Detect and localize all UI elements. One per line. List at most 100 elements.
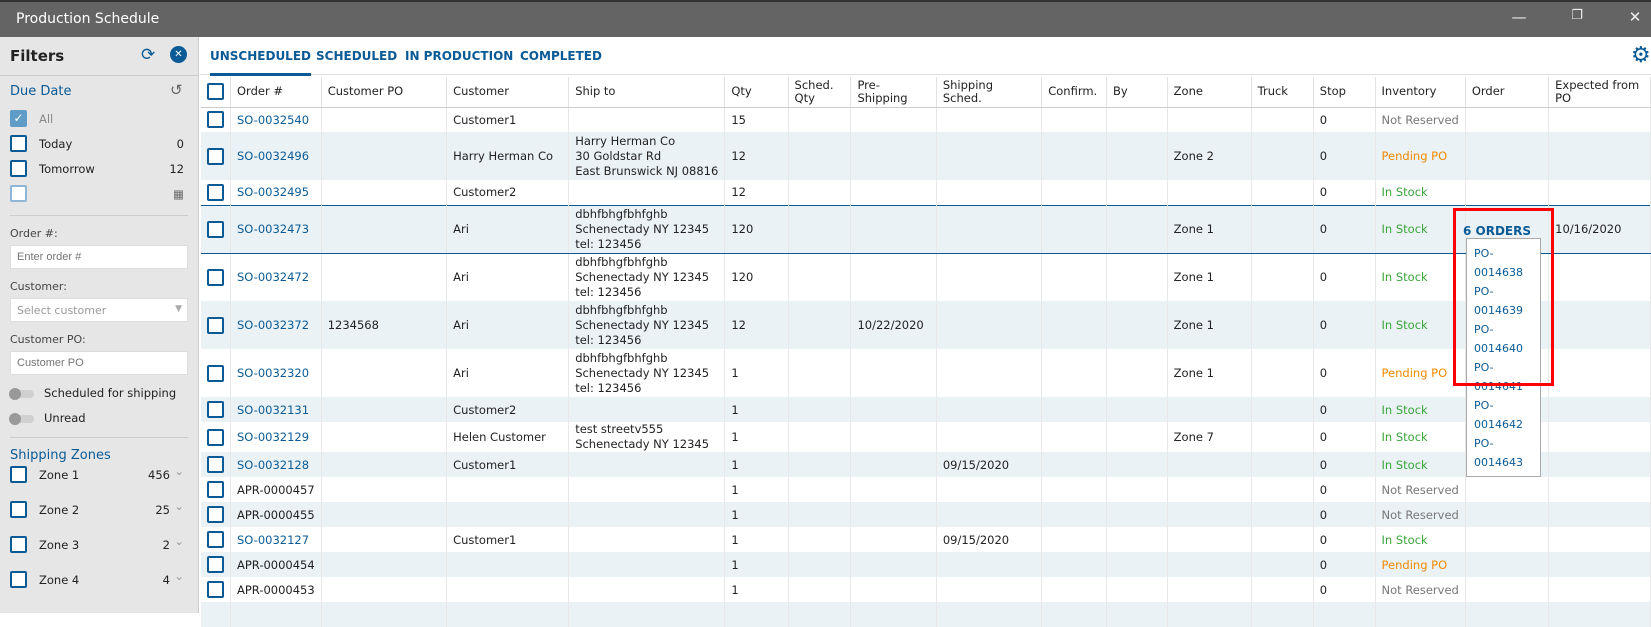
- column-header[interactable]: Ship to: [568, 77, 726, 108]
- row-select-cell[interactable]: [201, 180, 231, 205]
- table-row[interactable]: SO-0032495 Customer2 12 0 In Stock: [201, 180, 1651, 205]
- column-header[interactable]: Confirm.: [1041, 77, 1107, 108]
- row-checkbox[interactable]: [207, 556, 224, 573]
- select-all-header[interactable]: [201, 77, 231, 108]
- checkbox[interactable]: [10, 135, 27, 152]
- order-link[interactable]: SO-0032128: [230, 452, 322, 477]
- row-checkbox[interactable]: [207, 111, 224, 129]
- row-checkbox[interactable]: [207, 428, 224, 446]
- column-header[interactable]: Inventory: [1375, 77, 1466, 108]
- chevron-down-icon[interactable]: ⌄: [174, 464, 184, 478]
- chevron-down-icon[interactable]: ⌄: [174, 534, 184, 548]
- checkbox[interactable]: ✓: [10, 110, 27, 127]
- row-select-cell[interactable]: [201, 477, 231, 502]
- due-custom[interactable]: ▦: [10, 185, 188, 205]
- row-checkbox[interactable]: [207, 364, 224, 382]
- unread-toggle[interactable]: [9, 413, 34, 425]
- reset-icon[interactable]: ↺: [170, 81, 183, 99]
- order-link[interactable]: SO-0032540: [230, 107, 322, 132]
- row-select-cell[interactable]: [201, 397, 231, 422]
- checkbox[interactable]: [10, 536, 27, 553]
- row-checkbox[interactable]: [207, 316, 224, 334]
- table-row[interactable]: APR-0000454 1 0 Pending PO: [201, 552, 1651, 577]
- row-checkbox[interactable]: [207, 147, 224, 165]
- column-header[interactable]: Qty: [724, 77, 789, 108]
- column-header[interactable]: Shipping Sched.: [936, 77, 1043, 108]
- due-tomorrow[interactable]: Tomorrow 12: [10, 160, 188, 180]
- tab-scheduled[interactable]: SCHEDULED: [316, 49, 397, 63]
- checkbox[interactable]: [10, 466, 27, 483]
- chevron-down-icon[interactable]: ⌄: [174, 569, 184, 583]
- row-checkbox[interactable]: [207, 183, 224, 201]
- restore-button[interactable]: ❐: [1562, 8, 1592, 23]
- table-row[interactable]: SO-0032496 Harry Herman Co Harry Herman Co…: [201, 132, 1651, 180]
- order-link[interactable]: SO-0032127: [230, 527, 322, 552]
- row-checkbox[interactable]: [207, 456, 224, 473]
- column-header[interactable]: Pre-Shipping: [850, 77, 937, 108]
- tab-unscheduled[interactable]: UNSCHEDULED: [210, 49, 311, 76]
- row-select-cell[interactable]: [201, 301, 231, 349]
- table-row[interactable]: APR-0000455 1 0 Not Reserved: [201, 502, 1651, 527]
- minimize-button[interactable]: —: [1504, 8, 1534, 26]
- row-checkbox[interactable]: [207, 531, 224, 548]
- row-checkbox[interactable]: [207, 220, 224, 238]
- row-select-cell[interactable]: [201, 253, 231, 301]
- order-link[interactable]: SO-0032372: [230, 301, 322, 349]
- column-header[interactable]: Order #: [230, 77, 322, 108]
- order-link[interactable]: SO-0032129: [230, 422, 322, 452]
- column-header[interactable]: Truck: [1251, 77, 1314, 108]
- row-select-cell[interactable]: [201, 552, 231, 577]
- gear-icon[interactable]: ⚙: [1631, 43, 1651, 68]
- table-row[interactable]: SO-0032128 Customer1 1 09/15/2020 0 In Stock: [201, 452, 1651, 477]
- order-input[interactable]: [10, 245, 188, 269]
- column-header[interactable]: Stop: [1313, 77, 1376, 108]
- column-header[interactable]: Zone: [1167, 77, 1252, 108]
- row-select-cell[interactable]: [201, 452, 231, 477]
- po-link[interactable]: PO-0014643: [1474, 434, 1540, 472]
- row-checkbox[interactable]: [207, 581, 224, 598]
- row-checkbox[interactable]: [207, 481, 224, 498]
- checkbox[interactable]: [10, 501, 27, 518]
- row-select-cell[interactable]: [201, 107, 231, 132]
- select-all-checkbox[interactable]: [207, 83, 224, 101]
- table-row[interactable]: SO-0032540 Customer1 15 0 Not Reserved: [201, 107, 1651, 132]
- row-select-cell[interactable]: [201, 602, 231, 627]
- row-select-cell[interactable]: [201, 527, 231, 552]
- chevron-down-icon[interactable]: ⌄: [174, 499, 184, 513]
- table-row[interactable]: APR-0000457 1 0 Not Reserved: [201, 477, 1651, 502]
- order-link[interactable]: SO-0032473: [230, 204, 322, 254]
- row-select-cell[interactable]: [201, 422, 231, 452]
- checkbox[interactable]: [10, 571, 27, 588]
- row-select-cell[interactable]: [201, 349, 231, 397]
- zone-item[interactable]: Zone 2 25 ⌄: [10, 499, 188, 521]
- table-row[interactable]: SO-0032127 Customer1 1 09/15/2020 0 In Stock: [201, 527, 1651, 552]
- tab-in-production[interactable]: IN PRODUCTION: [405, 49, 513, 63]
- row-checkbox[interactable]: [207, 401, 224, 418]
- close-button[interactable]: ✕: [1620, 8, 1650, 26]
- zone-item[interactable]: Zone 4 4 ⌄: [10, 569, 188, 591]
- customer-select[interactable]: Select customer ▼: [10, 298, 188, 322]
- table-row[interactable]: SO-0032473 Ari dbhfbhgfbhfghb Schenectady N…: [201, 204, 1651, 254]
- row-select-cell[interactable]: [201, 502, 231, 527]
- tab-completed[interactable]: COMPLETED: [520, 49, 602, 63]
- row-checkbox[interactable]: [207, 268, 224, 286]
- table-row[interactable]: SO-0032129 Helen Customer test streetv555 S…: [201, 422, 1651, 452]
- scheduled-toggle[interactable]: [9, 388, 34, 400]
- zone-item[interactable]: Zone 3 2 ⌄: [10, 534, 188, 556]
- table-row[interactable]: SO-0032472 Ari dbhfbhgfbhfghb Schenectady N…: [201, 253, 1651, 301]
- table-row[interactable]: SO-0032131 Customer2 1 0 In Stock: [201, 397, 1651, 422]
- column-header[interactable]: By: [1106, 77, 1168, 108]
- column-header[interactable]: Customer: [446, 77, 570, 108]
- clear-filters-icon[interactable]: ✕: [170, 46, 187, 63]
- checkbox[interactable]: [10, 160, 27, 177]
- po-link[interactable]: PO-0014642: [1474, 396, 1540, 434]
- column-header[interactable]: Order: [1465, 77, 1550, 108]
- order-link[interactable]: SO-0032495: [230, 180, 322, 205]
- customer-po-input[interactable]: [10, 351, 188, 375]
- order-link[interactable]: SO-0032131: [230, 397, 322, 422]
- calendar-icon[interactable]: ▦: [173, 187, 184, 201]
- refresh-icon[interactable]: ⟳: [141, 45, 155, 65]
- order-link[interactable]: SO-0032472: [230, 253, 322, 301]
- row-select-cell[interactable]: [201, 204, 231, 254]
- row-select-cell[interactable]: [201, 132, 231, 180]
